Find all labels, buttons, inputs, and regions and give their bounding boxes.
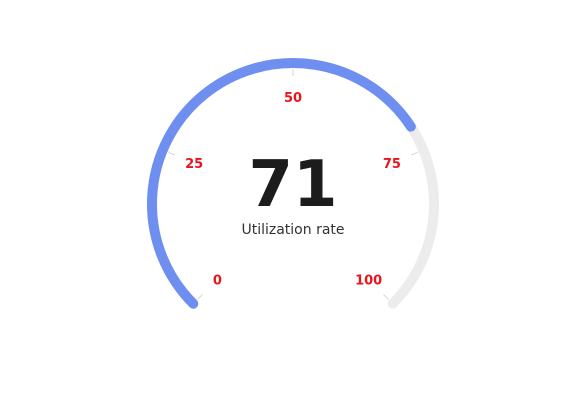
tick-mark-75: [411, 151, 418, 156]
tick-label-0: 0: [213, 274, 222, 289]
tick-label-100: 100: [355, 274, 382, 289]
tick-label-75: 75: [383, 157, 401, 172]
tick-mark-0: [197, 294, 203, 300]
gauge-caption: Utilization rate: [241, 222, 344, 238]
gauge-chart: 0 25 50 75 100 71 Utilization rate: [147, 57, 439, 309]
tick-label-50: 50: [284, 91, 302, 106]
tick-mark-100: [383, 294, 389, 300]
tick-label-25: 25: [185, 157, 203, 172]
tick-mark-25: [168, 151, 175, 156]
gauge-value: 71: [248, 148, 337, 222]
